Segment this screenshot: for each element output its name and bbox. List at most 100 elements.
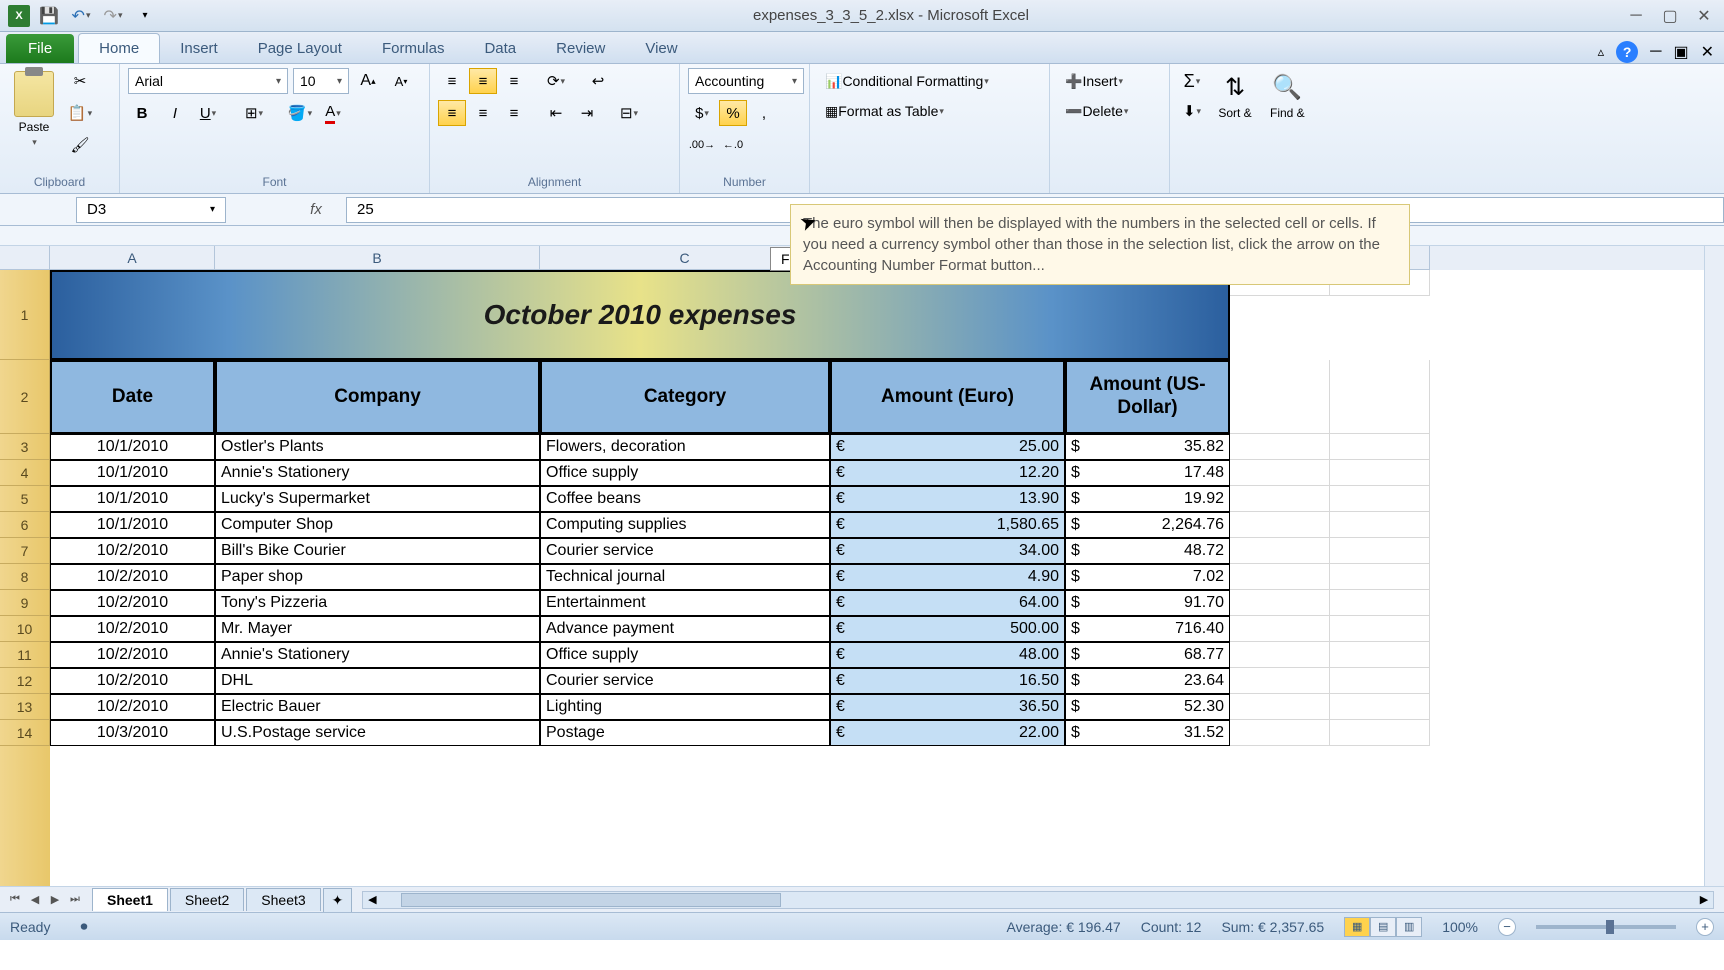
- empty-cell[interactable]: [1330, 486, 1430, 512]
- cell-category[interactable]: Office supply: [540, 460, 830, 486]
- row-header[interactable]: 6: [0, 512, 50, 538]
- fill-color-button[interactable]: 🪣▾: [286, 100, 314, 126]
- align-bottom-button[interactable]: ≡: [500, 68, 528, 94]
- row-header[interactable]: 9: [0, 590, 50, 616]
- row-header[interactable]: 10: [0, 616, 50, 642]
- cell-amount-usd[interactable]: $17.48: [1065, 460, 1230, 486]
- cell-amount-usd[interactable]: $716.40: [1065, 616, 1230, 642]
- paste-button[interactable]: Paste ▾: [8, 68, 60, 151]
- font-color-button[interactable]: A▾: [319, 100, 347, 126]
- cell-category[interactable]: Advance payment: [540, 616, 830, 642]
- excel-icon[interactable]: X: [8, 5, 30, 27]
- zoom-slider[interactable]: [1536, 925, 1676, 929]
- empty-cell[interactable]: [1230, 642, 1330, 668]
- empty-cell[interactable]: [1230, 486, 1330, 512]
- column-header[interactable]: B: [215, 246, 540, 270]
- italic-button[interactable]: I: [161, 100, 189, 126]
- empty-cell[interactable]: [1330, 590, 1430, 616]
- underline-button[interactable]: U▾: [194, 100, 222, 126]
- fill-button[interactable]: ⬇▾: [1178, 98, 1206, 124]
- sheet-next-button[interactable]: ▶: [46, 891, 64, 909]
- page-break-view-button[interactable]: ▥: [1396, 917, 1422, 937]
- cell-date[interactable]: 10/2/2010: [50, 538, 215, 564]
- cell-amount-euro[interactable]: €25.00: [830, 434, 1065, 460]
- font-name-combo[interactable]: Arial▾: [128, 68, 288, 94]
- align-right-button[interactable]: ≡: [500, 100, 528, 126]
- sheet-first-button[interactable]: ⏮: [6, 891, 24, 909]
- empty-cell[interactable]: [1230, 538, 1330, 564]
- cell-date[interactable]: 10/2/2010: [50, 616, 215, 642]
- zoom-level[interactable]: 100%: [1442, 919, 1478, 935]
- cell-date[interactable]: 10/2/2010: [50, 694, 215, 720]
- number-format-combo[interactable]: Accounting▾: [688, 68, 804, 94]
- empty-cell[interactable]: [1230, 460, 1330, 486]
- increase-font-button[interactable]: A▴: [354, 68, 382, 94]
- comma-format-button[interactable]: ,: [750, 100, 778, 126]
- cell-amount-euro[interactable]: €13.90: [830, 486, 1065, 512]
- percent-format-button[interactable]: %: [719, 100, 747, 126]
- cell-company[interactable]: Annie's Stationery: [215, 642, 540, 668]
- cell-category[interactable]: Computing supplies: [540, 512, 830, 538]
- cell-company[interactable]: Computer Shop: [215, 512, 540, 538]
- page-layout-view-button[interactable]: ▤: [1370, 917, 1396, 937]
- save-button[interactable]: 💾: [36, 3, 62, 29]
- cell-date[interactable]: 10/1/2010: [50, 512, 215, 538]
- cell-date[interactable]: 10/2/2010: [50, 668, 215, 694]
- cell-company[interactable]: Mr. Mayer: [215, 616, 540, 642]
- table-header[interactable]: Category: [540, 360, 830, 434]
- macro-record-icon[interactable]: ⏺: [80, 918, 87, 935]
- file-tab[interactable]: File: [6, 34, 74, 63]
- row-header[interactable]: 1: [0, 270, 50, 360]
- zoom-in-button[interactable]: +: [1696, 918, 1714, 936]
- table-header[interactable]: Amount (US-Dollar): [1065, 360, 1230, 434]
- empty-cell[interactable]: [1330, 720, 1430, 746]
- cell-category[interactable]: Postage: [540, 720, 830, 746]
- cell-amount-euro[interactable]: €500.00: [830, 616, 1065, 642]
- cell-amount-usd[interactable]: $52.30: [1065, 694, 1230, 720]
- table-header[interactable]: Amount (Euro): [830, 360, 1065, 434]
- cell-amount-usd[interactable]: $7.02: [1065, 564, 1230, 590]
- cell-amount-usd[interactable]: $2,264.76: [1065, 512, 1230, 538]
- increase-decimal-button[interactable]: .00→: [688, 132, 716, 158]
- empty-cell[interactable]: [1330, 616, 1430, 642]
- empty-cell[interactable]: [1330, 538, 1430, 564]
- normal-view-button[interactable]: ▦: [1344, 917, 1370, 937]
- zoom-out-button[interactable]: −: [1498, 918, 1516, 936]
- cell-amount-euro[interactable]: €4.90: [830, 564, 1065, 590]
- empty-cell[interactable]: [1330, 434, 1430, 460]
- cell-amount-euro[interactable]: €22.00: [830, 720, 1065, 746]
- cell-date[interactable]: 10/1/2010: [50, 486, 215, 512]
- empty-cell[interactable]: [1330, 668, 1430, 694]
- format-painter-button[interactable]: 🖌: [66, 132, 94, 158]
- cell-category[interactable]: Entertainment: [540, 590, 830, 616]
- cell-amount-euro[interactable]: €1,580.65: [830, 512, 1065, 538]
- empty-cell[interactable]: [1330, 694, 1430, 720]
- window-close-icon[interactable]: ✕: [1701, 42, 1714, 62]
- empty-cell[interactable]: [1230, 564, 1330, 590]
- select-all-corner[interactable]: [0, 246, 50, 270]
- bold-button[interactable]: B: [128, 100, 156, 126]
- cell-amount-usd[interactable]: $48.72: [1065, 538, 1230, 564]
- cell-amount-euro[interactable]: €64.00: [830, 590, 1065, 616]
- row-header[interactable]: 2: [0, 360, 50, 434]
- tab-formulas[interactable]: Formulas: [362, 34, 465, 63]
- cell-category[interactable]: Lighting: [540, 694, 830, 720]
- sheet-tab-1[interactable]: Sheet1: [92, 888, 168, 911]
- font-size-combo[interactable]: 10▾: [293, 68, 349, 94]
- row-header[interactable]: 14: [0, 720, 50, 746]
- cell-company[interactable]: Electric Bauer: [215, 694, 540, 720]
- cell-amount-usd[interactable]: $23.64: [1065, 668, 1230, 694]
- window-restore-icon[interactable]: ▣: [1673, 42, 1688, 62]
- align-left-button[interactable]: ≡: [438, 100, 466, 126]
- empty-cell[interactable]: [1230, 512, 1330, 538]
- cell-amount-euro[interactable]: €12.20: [830, 460, 1065, 486]
- cell-date[interactable]: 10/3/2010: [50, 720, 215, 746]
- cell-amount-usd[interactable]: $35.82: [1065, 434, 1230, 460]
- column-header[interactable]: A: [50, 246, 215, 270]
- row-header[interactable]: 4: [0, 460, 50, 486]
- sheet-last-button[interactable]: ⏭: [66, 891, 84, 909]
- cell-amount-usd[interactable]: $19.92: [1065, 486, 1230, 512]
- new-sheet-button[interactable]: ✦: [323, 888, 353, 912]
- minimize-ribbon-icon[interactable]: ▵: [1598, 44, 1605, 60]
- minimize-button[interactable]: ─: [1624, 4, 1648, 28]
